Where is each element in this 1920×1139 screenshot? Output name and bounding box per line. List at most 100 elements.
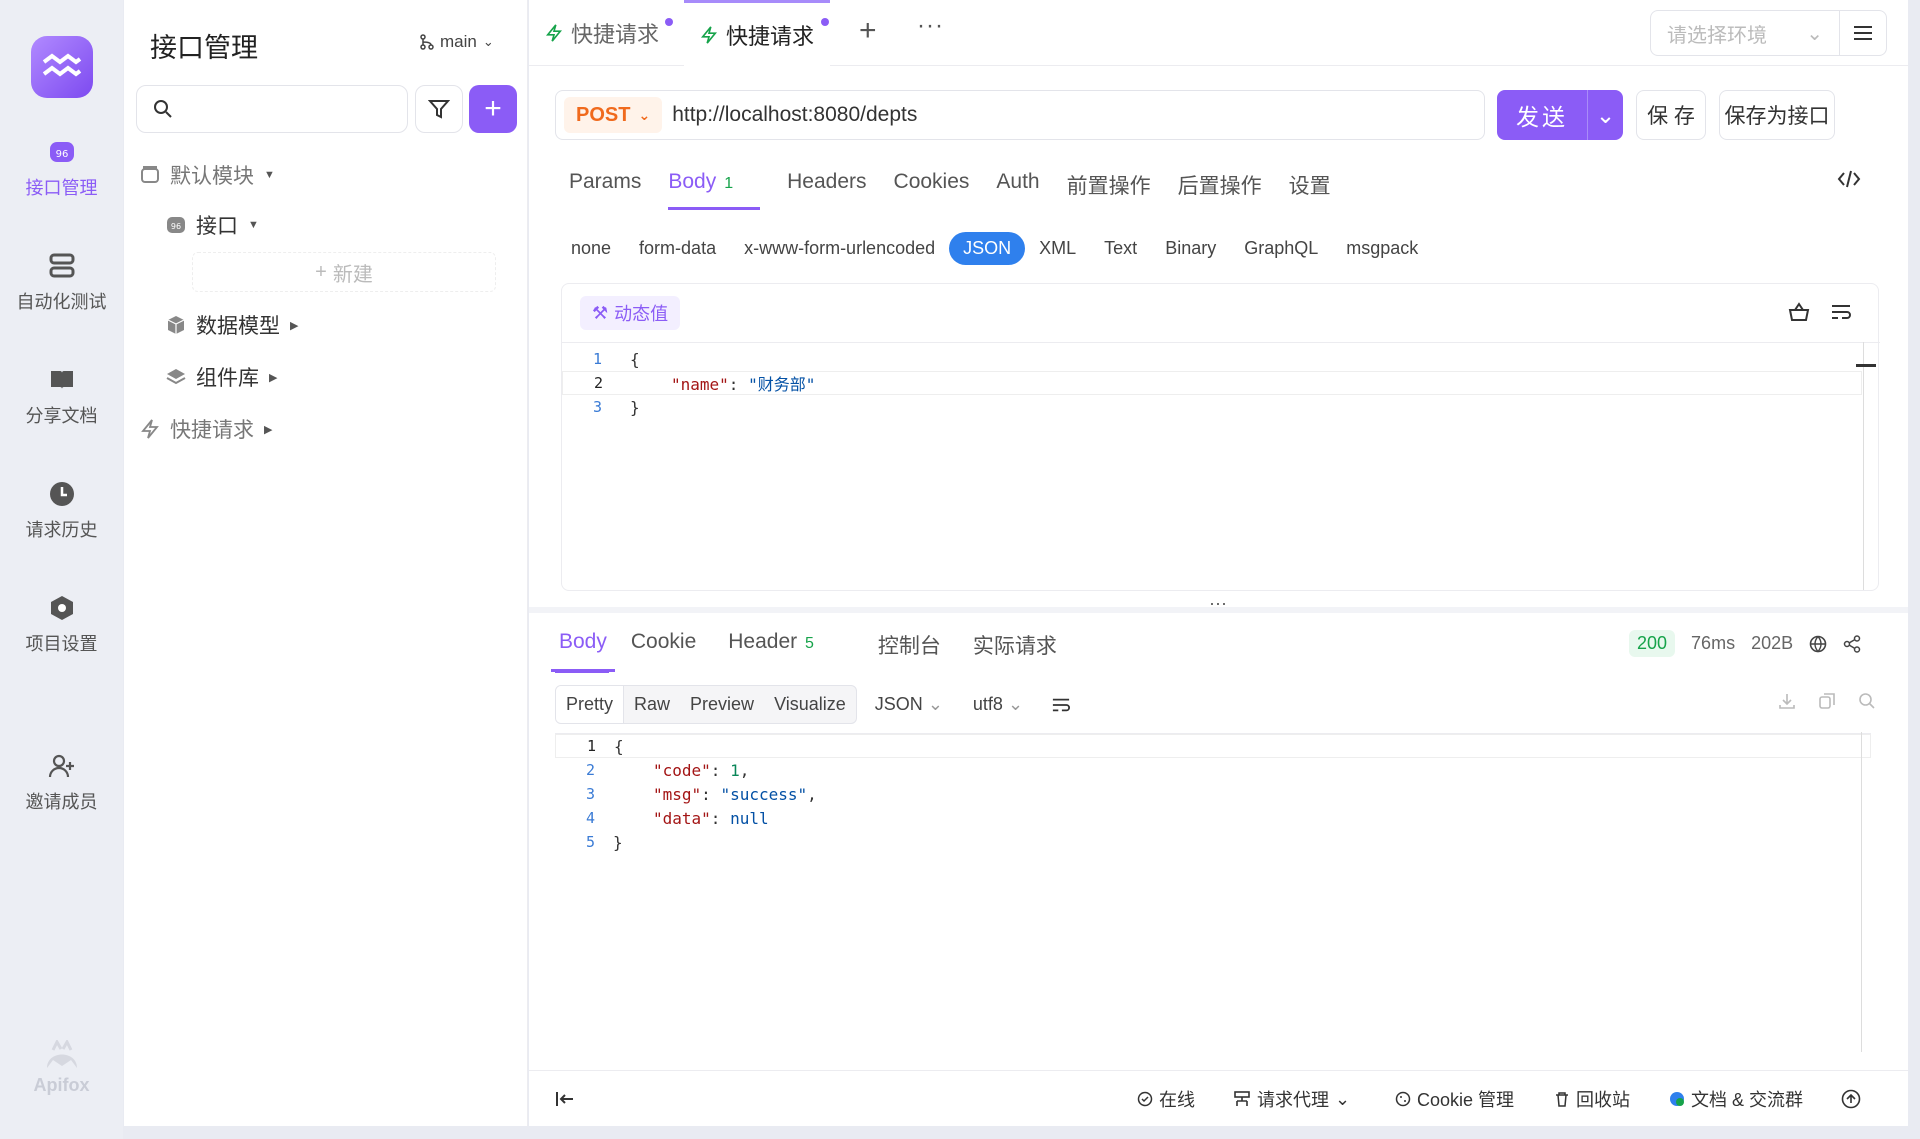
branch-selector[interactable]: main ⌄	[420, 32, 494, 52]
body-count-badge: 1	[724, 175, 734, 192]
tab-pre-ops[interactable]: 前置操作	[1067, 170, 1151, 210]
send-options-chevron-icon[interactable]: ⌄	[1587, 90, 1623, 140]
upload-icon[interactable]	[1841, 1071, 1861, 1127]
body-type-binary[interactable]: Binary	[1151, 232, 1230, 265]
search-icon	[154, 100, 172, 118]
wrap-icon[interactable]	[1830, 302, 1852, 322]
header-count-badge: 5	[804, 635, 814, 652]
tab-cookies[interactable]: Cookies	[894, 170, 970, 210]
tree-item-quick-request[interactable]: 快捷请求 ▶	[140, 414, 272, 444]
tree-item-default-module[interactable]: 默认模块 ▼	[140, 160, 275, 190]
tab-settings[interactable]: 设置	[1289, 170, 1331, 210]
rail-item-history[interactable]: 请求历史	[0, 480, 123, 542]
format-select[interactable]: JSON ⌄	[875, 694, 943, 715]
save-button[interactable]: 保 存	[1636, 90, 1706, 140]
body-type-msgpack[interactable]: msgpack	[1332, 232, 1432, 265]
docs-community[interactable]: 文档 & 交流群	[1669, 1071, 1803, 1127]
basket-icon[interactable]	[1788, 302, 1810, 322]
globe-icon[interactable]	[1809, 635, 1827, 653]
editor-scrollbar[interactable]	[1863, 342, 1864, 590]
resp-tab-header[interactable]: Header 5	[728, 630, 862, 672]
active-tab-underline	[555, 670, 609, 673]
body-type-graphql[interactable]: GraphQL	[1230, 232, 1332, 265]
request-proxy-menu[interactable]: 请求代理 ⌄	[1233, 1071, 1350, 1127]
code-line: 1{	[592, 349, 640, 369]
view-visualize[interactable]: Visualize	[764, 686, 856, 723]
tree-item-components[interactable]: 组件库 ▶	[166, 362, 277, 392]
body-type-form-data[interactable]: form-data	[625, 232, 730, 265]
more-tabs-icon[interactable]: ···	[917, 12, 944, 40]
tab-params[interactable]: Params	[569, 170, 641, 210]
rail-item-api[interactable]: 96 接口管理	[0, 138, 123, 200]
request-body-editor[interactable]: ⚒ 动态值 1{ 2 "name": "财务部" 3}	[561, 283, 1880, 591]
tab-auth[interactable]: Auth	[996, 170, 1039, 210]
new-tab-plus-icon[interactable]: +	[859, 14, 877, 48]
tree-search-input[interactable]	[136, 85, 408, 133]
body-type-xml[interactable]: XML	[1025, 232, 1090, 265]
main-panel: 快捷请求 快捷请求 + ··· 请选择环境 ⌄ POST ⌄ http://lo…	[529, 0, 1908, 1126]
method-select[interactable]: POST ⌄	[564, 97, 663, 133]
view-pretty[interactable]: Pretty	[556, 686, 625, 723]
send-button[interactable]: 发送 ⌄	[1497, 90, 1623, 140]
menu-button[interactable]	[1839, 10, 1887, 56]
share-icon[interactable]	[1843, 634, 1861, 653]
tree-item-data-models[interactable]: 数据模型 ▶	[166, 310, 298, 340]
panel-title: 接口管理	[150, 33, 258, 63]
add-button[interactable]: +	[469, 85, 517, 133]
rail-item-settings[interactable]: 项目设置	[0, 594, 123, 656]
url-input[interactable]: http://localhost:8080/depts	[672, 103, 917, 127]
tab-quick-request-2[interactable]: 快捷请求	[684, 0, 831, 66]
resp-tab-actual-request[interactable]: 实际请求	[973, 630, 1073, 672]
environment-select[interactable]: 请选择环境 ⌄	[1650, 10, 1840, 56]
search-icon[interactable]	[1858, 692, 1876, 710]
dynamic-label: 动态值	[614, 304, 669, 324]
status-footer: 在线 请求代理 ⌄ Cookie 管理 回收站 文档 & 交流群	[529, 1070, 1908, 1126]
tab-body[interactable]: Body 1	[668, 170, 761, 210]
rail-item-docs[interactable]: 分享文档	[0, 366, 123, 428]
filter-icon	[428, 100, 450, 119]
tab-post-ops[interactable]: 后置操作	[1178, 170, 1262, 210]
rail-item-autotest[interactable]: 自动化测试	[0, 252, 123, 314]
encoding-select[interactable]: utf8 ⌄	[973, 694, 1023, 715]
body-type-none[interactable]: none	[557, 232, 625, 265]
copy-icon[interactable]	[1818, 692, 1836, 710]
save-as-api-button[interactable]: 保存为接口	[1719, 90, 1835, 140]
response-size: 202B	[1751, 633, 1794, 653]
code-icon[interactable]	[1837, 168, 1861, 195]
response-scrollbar[interactable]	[1861, 732, 1862, 1052]
view-preview[interactable]: Preview	[680, 686, 764, 723]
proxy-icon	[1234, 1091, 1250, 1106]
wrap-icon[interactable]	[1051, 696, 1071, 714]
app-logo[interactable]	[31, 36, 93, 98]
tab-quick-request-1[interactable]: 快捷请求	[529, 0, 675, 66]
api-tree-panel: 接口管理 main ⌄ + 默认模块 ▼ 96 接口 ▼ + 新建 数据模型 ▶…	[124, 0, 528, 1126]
resp-tab-cookie[interactable]: Cookie	[631, 630, 712, 672]
cookie-label: Cookie 管理	[1417, 1090, 1515, 1110]
tree-item-api[interactable]: 96 接口 ▼	[166, 210, 259, 240]
app-window: 96 接口管理 自动化测试 分享文档 请求历史 项目设置 邀请成员 Apifox	[0, 0, 1920, 1139]
code-area[interactable]: 1{ 2 "name": "财务部" 3}	[562, 342, 1880, 419]
view-raw[interactable]: Raw	[624, 686, 680, 723]
resp-tab-console[interactable]: 控制台	[878, 630, 957, 672]
dynamic-value-button[interactable]: ⚒ 动态值	[580, 296, 681, 330]
body-type-urlencoded[interactable]: x-www-form-urlencoded	[730, 232, 949, 265]
tab-headers[interactable]: Headers	[787, 170, 866, 210]
online-status[interactable]: 在线	[1137, 1071, 1195, 1127]
panel-splitter[interactable]: ···	[529, 593, 1908, 613]
filter-button[interactable]	[415, 85, 463, 133]
collapse-sidebar-icon[interactable]	[555, 1071, 575, 1127]
download-icon[interactable]	[1778, 692, 1796, 710]
wand-icon: ⚒	[592, 302, 609, 323]
brand-watermark: Apifox	[0, 1038, 123, 1096]
response-time: 76ms	[1691, 633, 1736, 653]
caret-right-icon: ▶	[264, 423, 273, 436]
drag-handle-icon[interactable]: ···	[1209, 593, 1227, 614]
body-type-text[interactable]: Text	[1090, 232, 1151, 265]
response-code-area[interactable]: 1{ 2 "code": 1, 3 "msg": "success", 4 "data…	[555, 733, 1871, 854]
cookie-manager[interactable]: Cookie 管理	[1395, 1071, 1514, 1127]
resp-tab-body[interactable]: Body	[551, 630, 615, 672]
rail-item-invite[interactable]: 邀请成员	[0, 752, 123, 814]
body-type-json[interactable]: JSON	[949, 232, 1026, 265]
recycle-bin[interactable]: 回收站	[1554, 1071, 1630, 1127]
new-item-button[interactable]: + 新建	[192, 252, 496, 292]
